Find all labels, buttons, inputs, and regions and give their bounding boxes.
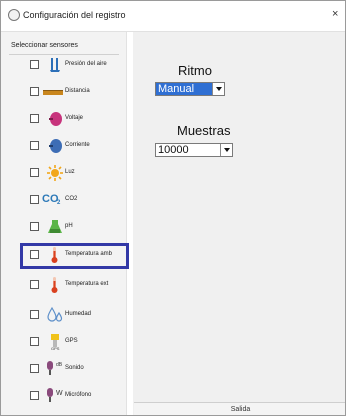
sensor-row-ph[interactable]: pH xyxy=(1,218,106,236)
sensor-row-corriente[interactable]: Corriente xyxy=(1,137,106,155)
muestras-value: 10000 xyxy=(158,144,189,156)
sensor-label: Presión del aire xyxy=(65,61,107,67)
exit-button[interactable]: Salida xyxy=(134,402,345,415)
ritmo-dropdown[interactable]: Manual xyxy=(155,82,225,96)
sensor-label: Micrófono xyxy=(65,392,92,398)
microphone-icon: W xyxy=(44,387,66,405)
sensor-label: Corriente xyxy=(65,142,90,148)
sensor-row-presion[interactable]: Presión del aire xyxy=(1,56,107,74)
humidity-icon xyxy=(46,306,64,324)
sensor-checkbox[interactable] xyxy=(30,280,39,289)
sensor-label: Temperatura ext xyxy=(65,281,109,287)
muestras-label: Muestras xyxy=(177,123,231,138)
close-icon[interactable]: × xyxy=(332,8,338,20)
sensor-checkbox[interactable] xyxy=(30,310,39,319)
title-bar: Configuración del registro × xyxy=(1,1,345,32)
sensor-row-sonido[interactable]: dB Sonido xyxy=(1,360,106,378)
sensor-checkbox[interactable] xyxy=(30,87,39,96)
sensor-checkbox[interactable] xyxy=(30,337,39,346)
sensor-panel-title: Seleccionar sensores xyxy=(11,42,78,49)
sensor-label: CO2 xyxy=(65,196,78,202)
sensor-row-microfono[interactable]: W Micrófono xyxy=(1,387,106,405)
gps-icon-text: GPS xyxy=(51,346,60,351)
sensor-row-distancia[interactable]: Distancia xyxy=(1,83,106,101)
sensor-row-humedad[interactable]: Humedad xyxy=(1,306,106,324)
light-sun-icon xyxy=(46,164,64,182)
co2-icon: CO 2 xyxy=(42,191,64,209)
sensor-row-voltaje[interactable]: Voltaje xyxy=(1,110,106,128)
sensor-panel: Seleccionar sensores Presión del aire Di… xyxy=(1,32,127,415)
sensor-checkbox[interactable] xyxy=(30,391,39,400)
sensor-checkbox[interactable] xyxy=(30,222,39,231)
sound-icon-text: dB xyxy=(56,362,63,368)
co2-icon-sub: 2 xyxy=(57,200,61,206)
chevron-down-icon[interactable] xyxy=(220,144,232,156)
muestras-dropdown[interactable]: 10000 xyxy=(155,143,233,157)
panel-divider xyxy=(9,54,119,55)
sound-microphone-icon: dB xyxy=(44,360,66,378)
sensor-row-temperatura-ext[interactable]: Temperatura ext xyxy=(1,276,109,294)
sensor-label: GPS xyxy=(65,338,78,344)
sensor-row-gps[interactable]: GPS GPS xyxy=(1,333,106,351)
sensor-label: Distancia xyxy=(65,88,90,94)
sensor-label: Voltaje xyxy=(65,115,84,121)
mic-icon-text: W xyxy=(56,390,63,397)
distance-ruler-icon xyxy=(42,83,64,101)
gps-icon: GPS xyxy=(46,333,64,351)
sensor-checkbox[interactable] xyxy=(30,141,39,150)
settings-panel: Ritmo Manual Muestras 10000 xyxy=(133,32,345,415)
sensor-checkbox[interactable] xyxy=(30,60,39,69)
sensor-checkbox[interactable] xyxy=(30,114,39,123)
sensor-label: Humedad xyxy=(65,311,92,317)
current-icon xyxy=(46,137,64,155)
ritmo-label: Ritmo xyxy=(178,63,212,78)
pressure-gauge-icon xyxy=(46,56,64,74)
sensor-label: pH xyxy=(65,223,73,229)
sensor-label: Sonido xyxy=(65,365,84,371)
window-title: Configuración del registro xyxy=(23,10,126,20)
highlight-box xyxy=(20,243,129,269)
app-icon xyxy=(8,9,20,21)
sensor-row-luz[interactable]: Luz xyxy=(1,164,106,182)
ph-icon xyxy=(46,218,64,236)
sensor-checkbox[interactable] xyxy=(30,168,39,177)
sensor-label: Luz xyxy=(65,169,75,175)
sensor-row-co2[interactable]: CO 2 CO2 xyxy=(1,191,106,209)
thermometer-icon xyxy=(46,276,64,294)
sensor-checkbox[interactable] xyxy=(30,364,39,373)
chevron-down-icon[interactable] xyxy=(212,83,224,95)
ritmo-value: Manual xyxy=(158,83,195,95)
configuration-window: Configuración del registro × Seleccionar… xyxy=(0,0,346,416)
sensor-checkbox[interactable] xyxy=(30,195,39,204)
voltage-icon xyxy=(46,110,64,128)
